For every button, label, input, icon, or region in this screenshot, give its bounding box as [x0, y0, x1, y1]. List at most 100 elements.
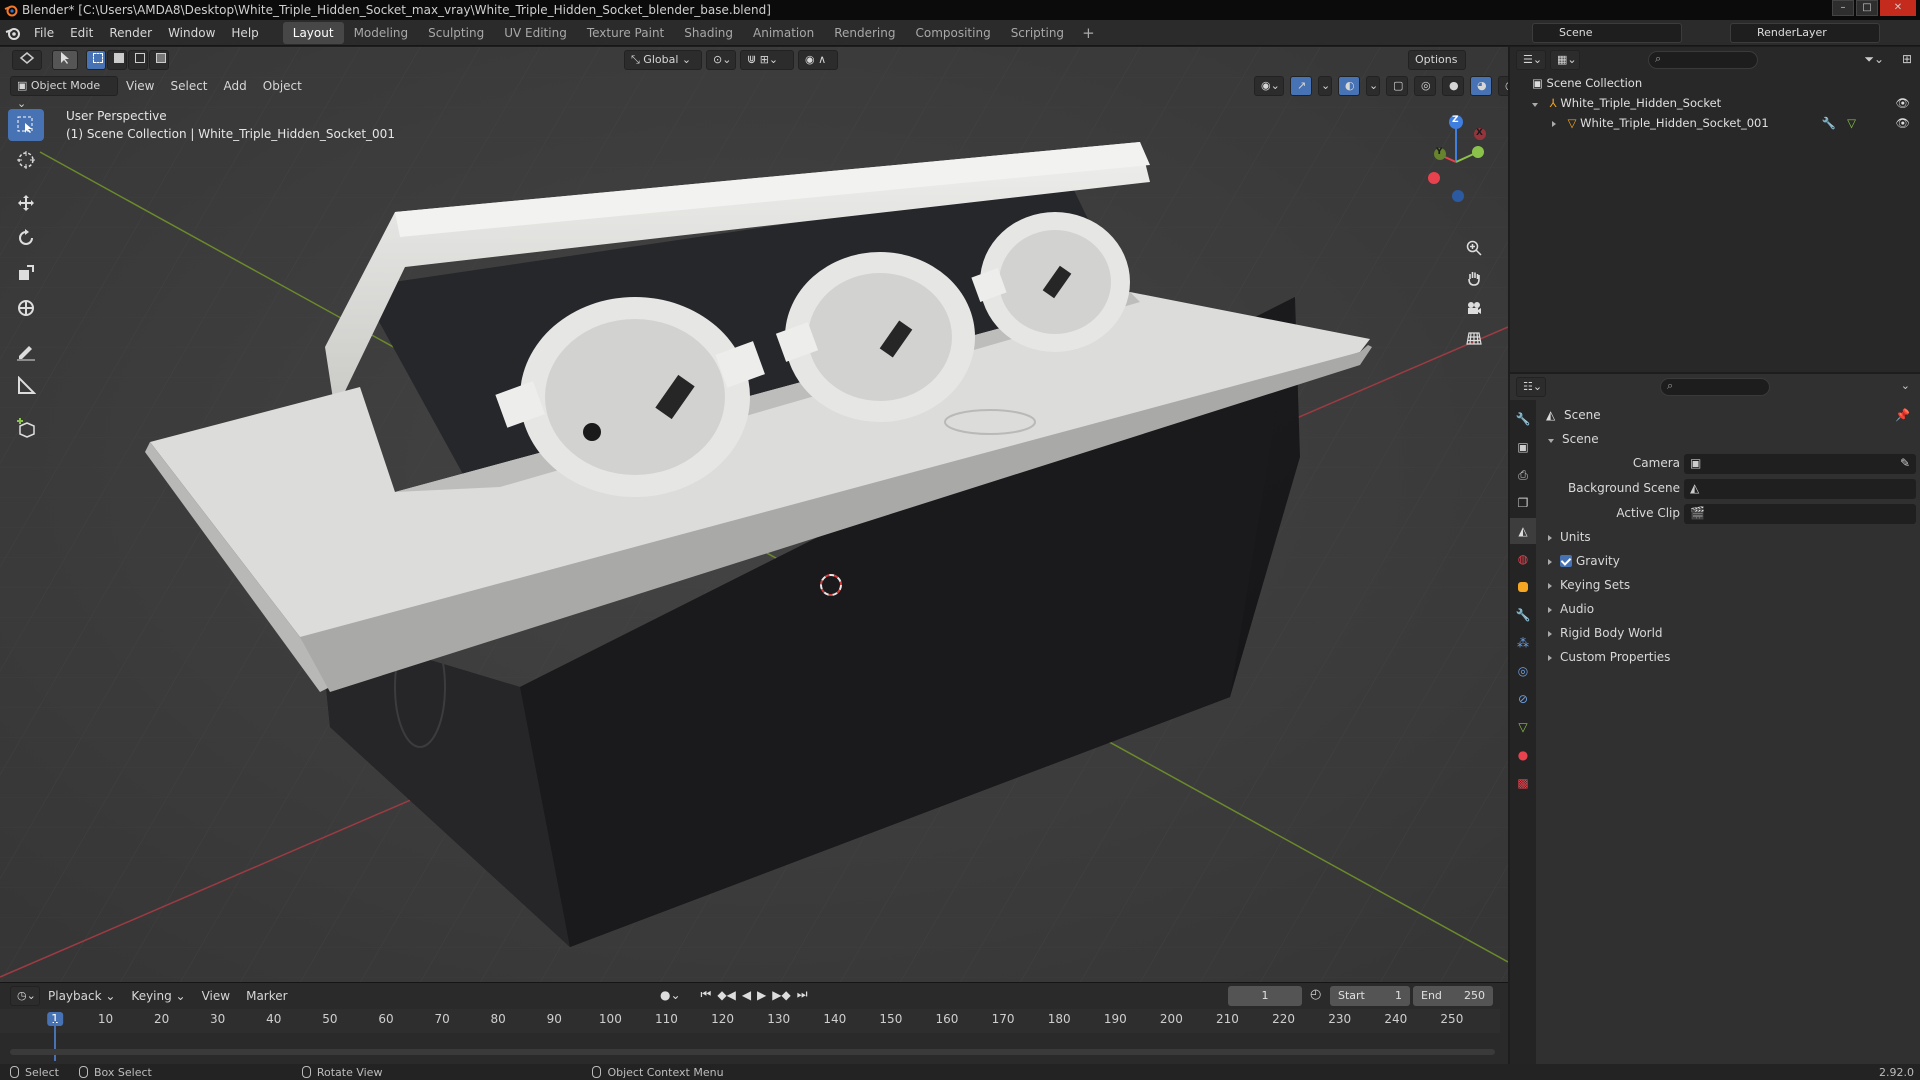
- transform-tool[interactable]: [8, 292, 44, 324]
- tab-view-layer[interactable]: ❐: [1510, 490, 1536, 516]
- tab-texture[interactable]: ▩: [1510, 770, 1536, 796]
- tab-object[interactable]: [1510, 574, 1536, 600]
- mode-selector[interactable]: ▣ Object Mode ⌄: [10, 76, 118, 110]
- display-mode-dropdown[interactable]: ▦⌄: [1550, 50, 1580, 70]
- scene-panel-header[interactable]: Scene: [1548, 432, 1599, 446]
- snap-toggle[interactable]: ⋓ ⊞⌄: [740, 50, 794, 70]
- camera-view-button[interactable]: [1462, 296, 1486, 320]
- 3d-viewport[interactable]: ⤡ Global ⌄ ⊙⌄ ⋓ ⊞⌄ ◉ ∧ Options ⌄ ▣ Objec…: [0, 47, 1508, 982]
- select-extend-button[interactable]: [107, 50, 127, 70]
- outliner-row-collection[interactable]: ⅄ White_Triple_Hidden_Socket 👁: [1510, 93, 1920, 113]
- tab-particles[interactable]: ⁂: [1510, 630, 1536, 656]
- tab-texture-paint[interactable]: Texture Paint: [577, 22, 674, 44]
- tab-animation[interactable]: Animation: [743, 22, 824, 44]
- jump-to-keyframe-forward-button[interactable]: ▶◆: [772, 988, 790, 1002]
- outliner-search-input[interactable]: ⌕: [1648, 51, 1758, 69]
- pin-icon[interactable]: 📌: [1895, 408, 1910, 422]
- menu-render[interactable]: Render: [101, 20, 160, 46]
- tab-compositing[interactable]: Compositing: [905, 22, 1000, 44]
- close-window-button[interactable]: ✕: [1880, 0, 1916, 16]
- visibility-eye-icon[interactable]: 👁: [1895, 93, 1910, 113]
- units-panel-header[interactable]: Units: [1548, 530, 1591, 544]
- eyedropper-icon[interactable]: ✎: [1900, 456, 1910, 470]
- view-layer-selector[interactable]: RenderLayer: [1730, 23, 1880, 43]
- play-button[interactable]: ▶: [757, 988, 766, 1002]
- timeline-scrollbar[interactable]: [10, 1049, 1495, 1055]
- overlays-toggle[interactable]: ◐: [1338, 76, 1360, 96]
- tab-modifiers[interactable]: 🔧: [1510, 602, 1536, 628]
- proportional-editing-toggle[interactable]: ◉ ∧: [798, 50, 838, 70]
- select-new-button[interactable]: [86, 50, 106, 70]
- play-reverse-button[interactable]: ◀: [742, 988, 751, 1002]
- shading-wireframe-button[interactable]: ◎: [1414, 76, 1436, 96]
- properties-editor-type-button[interactable]: ☷⌄: [1516, 377, 1546, 397]
- menu-window[interactable]: Window: [160, 20, 223, 46]
- transform-orientation-dropdown[interactable]: ⤡ Global ⌄: [624, 50, 702, 70]
- toggle-perspective-button[interactable]: [1462, 326, 1486, 350]
- add-cube-tool[interactable]: [8, 413, 44, 445]
- active-clip-field[interactable]: 🎬: [1684, 504, 1916, 524]
- properties-search-input[interactable]: ⌕: [1660, 378, 1770, 396]
- select-intersect-button[interactable]: [149, 50, 169, 70]
- chevron-down-icon[interactable]: ⌄: [1901, 379, 1910, 392]
- timeline-menu-playback[interactable]: Playback ⌄: [40, 989, 123, 1003]
- editor-type-button[interactable]: [12, 50, 42, 70]
- cursor-tool[interactable]: [8, 144, 44, 176]
- tab-render[interactable]: ▣: [1510, 434, 1536, 460]
- blender-menu-icon[interactable]: [0, 20, 26, 46]
- expand-arrow-icon[interactable]: [1532, 103, 1538, 107]
- overlays-dropdown[interactable]: ⌄: [1366, 76, 1380, 96]
- shading-material-button[interactable]: ◕: [1470, 76, 1492, 96]
- move-tool[interactable]: [8, 187, 44, 219]
- xray-toggle[interactable]: ▢: [1386, 76, 1408, 96]
- visibility-eye-icon[interactable]: 👁: [1895, 113, 1910, 133]
- minimize-button[interactable]: –: [1832, 0, 1854, 16]
- end-frame-field[interactable]: End 250: [1413, 986, 1493, 1006]
- auto-keying-toggle[interactable]: ●⌄: [660, 988, 681, 1002]
- stopwatch-icon[interactable]: ◴: [1310, 987, 1321, 1002]
- background-scene-field[interactable]: ◭: [1684, 479, 1916, 499]
- shading-rendered-button[interactable]: ◑: [1498, 76, 1508, 96]
- gravity-panel-header[interactable]: Gravity: [1548, 554, 1620, 568]
- tab-constraints[interactable]: ⊘: [1510, 686, 1536, 712]
- timeline-menu-marker[interactable]: Marker: [238, 989, 295, 1003]
- rigid-body-world-panel-header[interactable]: Rigid Body World: [1548, 626, 1663, 640]
- select-mode-tweak-button[interactable]: [52, 50, 78, 70]
- custom-properties-panel-header[interactable]: Custom Properties: [1548, 650, 1670, 664]
- tab-scripting[interactable]: Scripting: [1001, 22, 1074, 44]
- tab-world[interactable]: ◍: [1510, 546, 1536, 572]
- scale-tool[interactable]: [8, 257, 44, 289]
- viewport-menu-select[interactable]: Select: [162, 79, 215, 93]
- tab-scene[interactable]: ◭: [1510, 518, 1536, 544]
- current-frame-field[interactable]: 1: [1228, 986, 1302, 1006]
- collapse-arrow-icon[interactable]: [1552, 121, 1556, 127]
- tab-rendering[interactable]: Rendering: [824, 22, 905, 44]
- navigation-gizmo[interactable]: Z Y X: [1420, 102, 1500, 362]
- tab-uv-editing[interactable]: UV Editing: [494, 22, 577, 44]
- viewport-menu-add[interactable]: Add: [216, 79, 255, 93]
- timeline-menu-keying[interactable]: Keying ⌄: [123, 989, 193, 1003]
- gravity-checkbox[interactable]: [1560, 555, 1572, 567]
- shading-solid-button[interactable]: ●: [1442, 76, 1464, 96]
- pan-button[interactable]: [1462, 266, 1486, 290]
- tab-material[interactable]: ●: [1510, 742, 1536, 768]
- outliner-editor-type-button[interactable]: ☰⌄: [1516, 50, 1546, 70]
- playhead-line[interactable]: [54, 1021, 56, 1061]
- filter-icon[interactable]: ⏷⌄: [1864, 52, 1884, 67]
- select-box-tool[interactable]: [8, 109, 44, 141]
- audio-panel-header[interactable]: Audio: [1548, 602, 1594, 616]
- select-subtract-button[interactable]: [128, 50, 148, 70]
- tab-physics[interactable]: ◎: [1510, 658, 1536, 684]
- measure-tool[interactable]: [8, 370, 44, 402]
- keying-sets-panel-header[interactable]: Keying Sets: [1548, 578, 1630, 592]
- scene-selector[interactable]: Scene: [1532, 23, 1682, 43]
- tab-shading[interactable]: Shading: [674, 22, 743, 44]
- timeline-ruler[interactable]: 1 10 20 30 40 50 60 70 80 90 100 110 120 130 140 150 160…: [0, 1009, 1500, 1033]
- add-workspace-button[interactable]: +: [1074, 24, 1103, 42]
- viewport-menu-object[interactable]: Object: [255, 79, 310, 93]
- object-visibility-dropdown[interactable]: ◉⌄: [1254, 76, 1284, 96]
- tab-tool[interactable]: 🔧: [1510, 406, 1536, 432]
- pivot-point-dropdown[interactable]: ⊙⌄: [706, 50, 736, 70]
- tab-data[interactable]: ▽: [1510, 714, 1536, 740]
- jump-to-end-button[interactable]: ⏭: [797, 987, 808, 1002]
